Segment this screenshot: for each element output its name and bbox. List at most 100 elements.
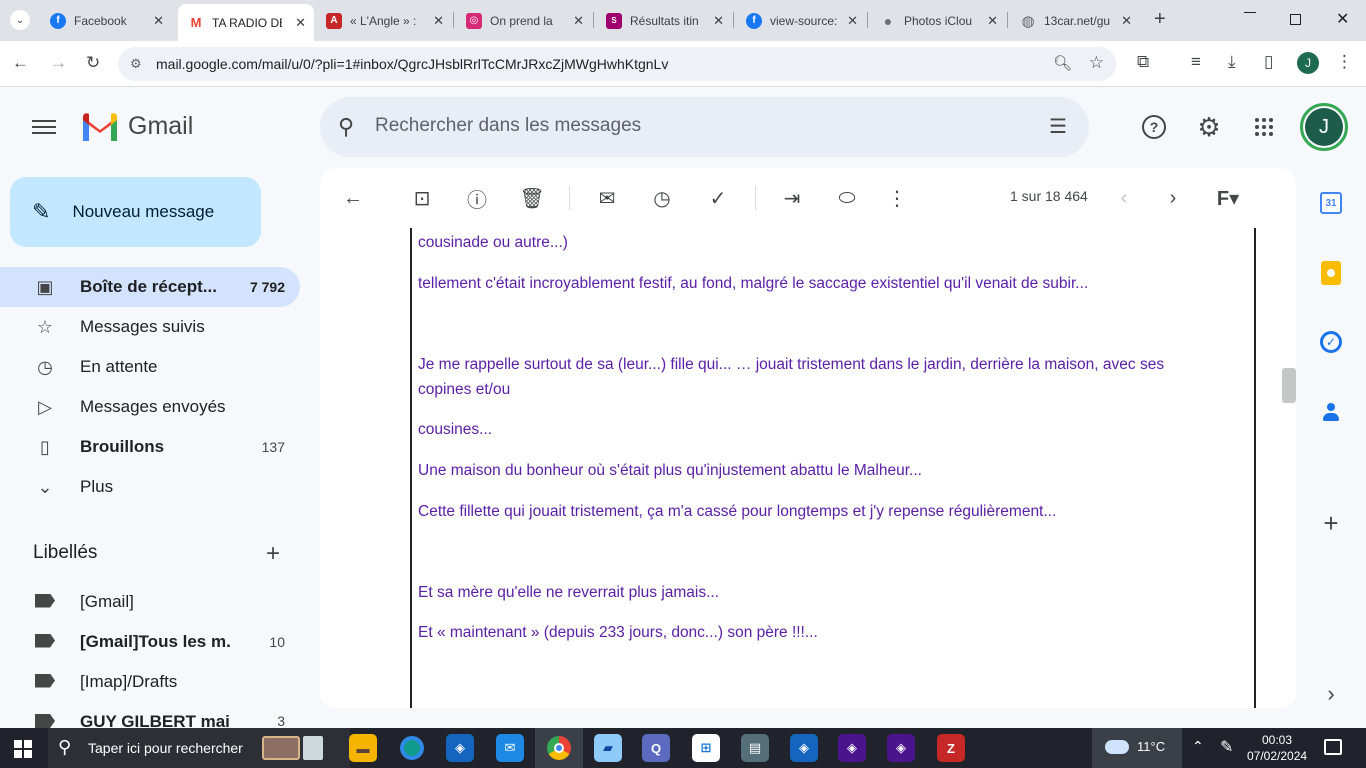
close-icon[interactable]: ✕ bbox=[295, 15, 306, 31]
settings-gear-icon[interactable]: ⚙ bbox=[1195, 112, 1223, 142]
browser-tab[interactable]: f Facebook ✕ bbox=[40, 6, 172, 35]
archive-icon[interactable]: ⊡ bbox=[410, 186, 434, 210]
app-icon[interactable]: ▤ bbox=[741, 734, 769, 762]
weather-temperature[interactable]: 11°C bbox=[1105, 739, 1165, 754]
close-icon[interactable]: ✕ bbox=[987, 13, 998, 29]
app-icon[interactable]: ◈ bbox=[790, 734, 818, 762]
restore-button[interactable] bbox=[1290, 14, 1301, 25]
search-icon[interactable]: ⚲ bbox=[338, 114, 354, 140]
calendar-icon[interactable]: 31 bbox=[1318, 190, 1344, 216]
sidebar-item-more[interactable]: ⌄ Plus bbox=[0, 467, 300, 507]
sidebar-item-inbox[interactable]: ▣ Boîte de récept... 7 792 bbox=[0, 267, 300, 307]
app-icon[interactable]: ◈ bbox=[838, 734, 866, 762]
sidebar-item-starred[interactable]: ☆ Messages suivis bbox=[0, 307, 300, 347]
report-spam-icon[interactable]: ⓘ bbox=[465, 186, 489, 212]
reload-icon[interactable]: ↻ bbox=[86, 53, 100, 73]
chevron-down-icon: ⌄ bbox=[37, 476, 53, 497]
new-tab-button[interactable]: + bbox=[1154, 8, 1166, 31]
download-icon[interactable]: ⤓ bbox=[1228, 52, 1236, 72]
back-to-inbox-icon[interactable]: ← bbox=[341, 186, 365, 210]
search-bar[interactable]: ⚲ Rechercher dans les messages ☰ bbox=[320, 97, 1089, 157]
taskbar-search-box[interactable]: ⚲ Taper ici pour rechercher bbox=[48, 728, 350, 768]
add-label-icon[interactable]: + bbox=[266, 540, 280, 568]
sidebar-item-sent[interactable]: ▷ Messages envoyés bbox=[0, 387, 300, 427]
file-explorer-icon[interactable]: ▬ bbox=[349, 734, 377, 762]
browser-tab-active[interactable]: M TA RADIO DE ✕ bbox=[178, 4, 314, 41]
close-icon[interactable]: ✕ bbox=[1121, 13, 1132, 29]
browser-profile-avatar[interactable]: J bbox=[1297, 52, 1319, 74]
delete-icon[interactable]: 🗑︎ bbox=[519, 186, 544, 210]
browser-tab[interactable]: A « L'Angle » : ✕ bbox=[316, 6, 452, 35]
account-avatar[interactable]: J bbox=[1300, 103, 1348, 151]
browser-tab[interactable]: ◍ 13car.net/gu ✕ bbox=[1010, 6, 1140, 35]
input-tools-icon[interactable]: F▾ bbox=[1208, 186, 1248, 210]
move-to-icon[interactable]: ⇥ bbox=[780, 186, 804, 210]
side-panel-icon[interactable]: ▯ bbox=[1264, 52, 1273, 72]
pen-icon[interactable]: ✎ bbox=[1220, 737, 1233, 757]
forward-arrow-icon[interactable]: → bbox=[50, 53, 67, 73]
expand-side-panel-icon[interactable]: › bbox=[1318, 681, 1344, 707]
mail-icon[interactable]: ✉ bbox=[496, 734, 524, 762]
bookmark-star-icon[interactable]: ☆ bbox=[1089, 53, 1104, 73]
chevron-right-icon[interactable]: › bbox=[1161, 186, 1185, 210]
main-menu-icon[interactable] bbox=[32, 116, 56, 136]
extensions-icon[interactable]: ⧉ bbox=[1137, 52, 1149, 72]
back-arrow-icon[interactable]: ← bbox=[12, 53, 29, 73]
minimize-button[interactable] bbox=[1244, 12, 1256, 13]
close-icon[interactable]: ✕ bbox=[153, 13, 164, 29]
tasks-icon[interactable]: ✓ bbox=[1318, 329, 1344, 355]
site-settings-icon[interactable]: ⚙ bbox=[130, 56, 142, 72]
message-panel: ← ⊡ ⓘ 🗑︎ ✉ ◷ ✓ ⇥ ⬭ ⋮ 1 sur 18 464 ‹ › F▾… bbox=[320, 168, 1296, 708]
zoom-icon[interactable]: 🔍︎ bbox=[1053, 54, 1072, 72]
add-task-icon[interactable]: ✓ bbox=[706, 186, 730, 210]
sidebar-label-item[interactable]: [Gmail]Tous les m... 10 bbox=[0, 622, 300, 662]
sidebar-label-item[interactable]: [Gmail] bbox=[0, 582, 300, 622]
label-as-icon[interactable]: ⬭ bbox=[835, 186, 859, 210]
snooze-icon[interactable]: ◷ bbox=[650, 186, 674, 210]
gmail-logo[interactable]: Gmail bbox=[80, 110, 193, 142]
chrome-icon[interactable] bbox=[545, 734, 573, 762]
system-clock[interactable]: 00:03 07/02/2024 bbox=[1247, 732, 1307, 764]
notification-icon[interactable] bbox=[1324, 739, 1342, 755]
search-input[interactable]: Rechercher dans les messages bbox=[375, 115, 641, 137]
search-options-icon[interactable]: ☰ bbox=[1049, 114, 1067, 139]
chevron-left-icon[interactable]: ‹ bbox=[1112, 186, 1136, 210]
get-addons-icon[interactable]: + bbox=[1318, 508, 1344, 538]
browser-tab[interactable]: S Résultats itin ✕ bbox=[596, 6, 732, 35]
app-icon[interactable]: ◈ bbox=[446, 734, 474, 762]
address-bar[interactable]: ⚙ mail.google.com/mail/u/0/?pli=1#inbox/… bbox=[118, 47, 1116, 81]
sidebar-label-item[interactable]: GUY GILBERT mail... 3 bbox=[0, 702, 300, 728]
mark-unread-icon[interactable]: ✉ bbox=[595, 186, 619, 210]
keep-icon[interactable] bbox=[1318, 260, 1344, 286]
sidebar-label-item[interactable]: [Imap]/Drafts bbox=[0, 662, 300, 702]
close-icon[interactable]: ✕ bbox=[573, 13, 584, 29]
close-window-button[interactable]: ✕ bbox=[1336, 9, 1349, 29]
chrome-menu-icon[interactable]: ⋮ bbox=[1336, 52, 1353, 72]
more-actions-icon[interactable]: ⋮ bbox=[885, 186, 909, 210]
show-hidden-icons[interactable]: ⌃ bbox=[1192, 738, 1204, 755]
contacts-icon[interactable] bbox=[1318, 399, 1344, 425]
compose-button[interactable]: ✎ Nouveau message bbox=[10, 177, 261, 247]
help-icon[interactable]: ? bbox=[1140, 113, 1168, 141]
app-icon[interactable]: ◈ bbox=[887, 734, 915, 762]
close-icon[interactable]: ✕ bbox=[847, 13, 858, 29]
browser-tab[interactable]: f view-source: ✕ bbox=[736, 6, 866, 35]
tab-title: « L'Angle » : bbox=[350, 13, 416, 28]
sidebar-item-snoozed[interactable]: ◷ En attente bbox=[0, 347, 300, 387]
browser-tab[interactable]: ● Photos iClou ✕ bbox=[870, 6, 1006, 35]
filezilla-icon[interactable]: Z bbox=[937, 734, 965, 762]
edge-icon[interactable] bbox=[398, 734, 426, 762]
app-icon[interactable]: Q bbox=[642, 734, 670, 762]
windows-start-icon[interactable] bbox=[14, 740, 32, 758]
google-apps-icon[interactable] bbox=[1250, 113, 1278, 141]
store-icon[interactable]: ⊞ bbox=[692, 734, 720, 762]
browser-tab[interactable]: ◎ On prend la ✕ bbox=[456, 6, 592, 35]
scrollbar-thumb[interactable] bbox=[1282, 368, 1296, 403]
close-icon[interactable]: ✕ bbox=[713, 13, 724, 29]
notes-app-icon[interactable]: ▰ bbox=[594, 734, 622, 762]
label-name: GUY GILBERT mail... bbox=[80, 712, 230, 728]
media-control-icon[interactable]: ≡ bbox=[1191, 52, 1201, 72]
sidebar-item-drafts[interactable]: ▯ Brouillons 137 bbox=[0, 427, 300, 467]
tab-list-button[interactable]: ⌄ bbox=[10, 10, 30, 30]
close-icon[interactable]: ✕ bbox=[433, 13, 444, 29]
